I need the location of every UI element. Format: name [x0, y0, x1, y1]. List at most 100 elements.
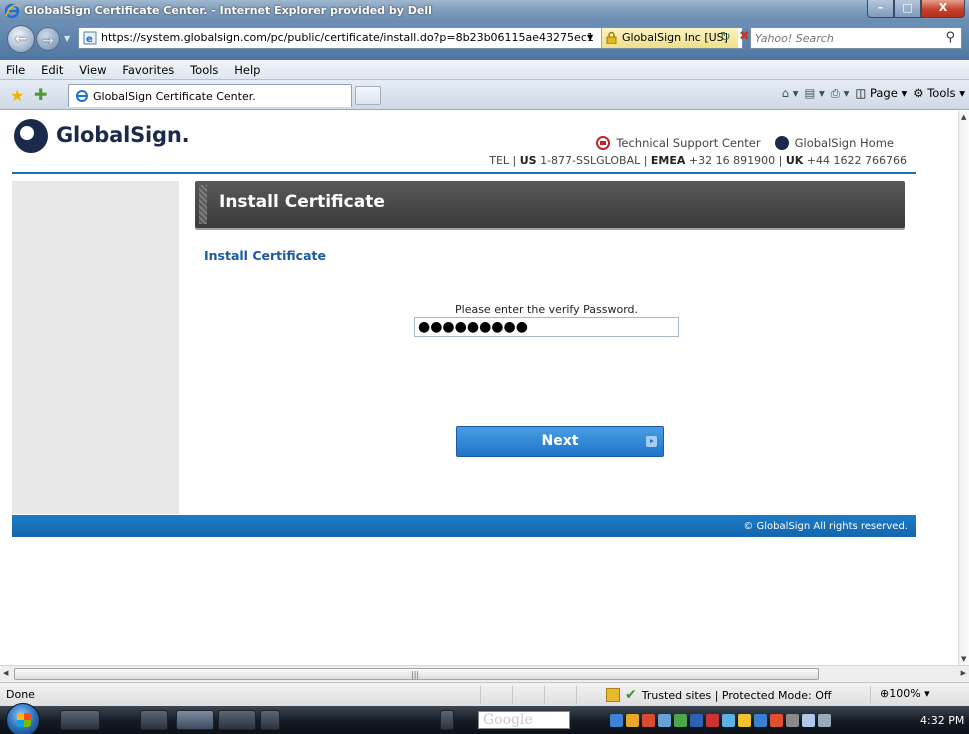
main-content: Install Certificate Install Certificate …: [179, 181, 916, 514]
scroll-grip-icon: |||: [411, 670, 420, 679]
horizontal-scrollbar[interactable]: ◀ ||| ▶: [0, 665, 969, 682]
home-icon[interactable]: ⌂ ▾: [782, 86, 799, 101]
stop-icon[interactable]: ✖: [739, 29, 750, 44]
page-menu[interactable]: ◫ Page ▾: [855, 86, 907, 101]
minimize-button[interactable]: –: [867, 0, 894, 18]
tray-app-icon[interactable]: [658, 713, 671, 727]
section-header-bar: Install Certificate: [195, 181, 905, 228]
tray-app-icon[interactable]: [690, 713, 703, 727]
tab-label: GlobalSign Certificate Center.: [93, 90, 256, 103]
next-button[interactable]: Next: [456, 426, 664, 457]
refresh-icon[interactable]: ↻: [720, 30, 731, 45]
arrow-right-icon: [646, 436, 657, 447]
taskbar-word-button[interactable]: [140, 710, 168, 730]
page-subtitle: Install Certificate: [204, 248, 326, 263]
tray-app-icon[interactable]: [722, 713, 735, 727]
history-dropdown-icon[interactable]: ▼: [64, 34, 70, 43]
technical-support-link[interactable]: Technical Support Center: [616, 136, 760, 150]
section-header-title: Install Certificate: [219, 192, 385, 212]
url-dropdown-icon[interactable]: ▼: [587, 33, 593, 42]
menu-tools[interactable]: Tools: [184, 60, 224, 80]
menu-view[interactable]: View: [73, 60, 112, 80]
verify-password-input[interactable]: [414, 317, 679, 337]
tel-uk-label: UK: [785, 154, 804, 167]
tray-app-icon[interactable]: [754, 713, 767, 727]
vertical-scrollbar[interactable]: ▲ ▼: [958, 111, 969, 665]
tray-mail-icon[interactable]: [610, 713, 623, 727]
window-controls: – □ X: [867, 0, 965, 19]
search-box[interactable]: ⚲: [750, 27, 962, 49]
zoom-text: 100%: [889, 687, 921, 700]
tray-app-icon[interactable]: [786, 713, 799, 727]
taskbar-clock[interactable]: 4:32 PM: [920, 714, 964, 727]
copyright-text: © GlobalSign All rights reserved.: [743, 521, 908, 532]
print-icon[interactable]: ⎙ ▾: [831, 86, 850, 101]
protected-mode-icon: [606, 688, 620, 702]
tray-app-icon[interactable]: [674, 713, 687, 727]
system-tray: [610, 711, 910, 729]
favorites-star-icon[interactable]: ★: [10, 86, 24, 105]
ie-logo-icon: [4, 3, 20, 19]
telephone-line: TEL | US 1-877-SSLGLOBAL | EMEA +32 16 8…: [489, 154, 907, 167]
scroll-left-icon[interactable]: ◀: [3, 669, 8, 677]
tray-app-icon[interactable]: [642, 713, 655, 727]
page-footer: © GlobalSign All rights reserved.: [12, 515, 916, 537]
google-toolbar-search[interactable]: Google: [478, 711, 570, 729]
tray-network-icon[interactable]: [802, 713, 815, 727]
status-separator: [576, 686, 577, 704]
add-favorite-icon[interactable]: ✚: [34, 85, 47, 104]
logo-text: GlobalSign.: [56, 123, 190, 147]
menu-help[interactable]: Help: [228, 60, 266, 80]
tray-app-icon[interactable]: [738, 713, 751, 727]
support-mail-icon: [596, 136, 611, 150]
back-button[interactable]: ←: [7, 25, 35, 53]
feeds-icon[interactable]: ▤ ▾: [805, 86, 825, 101]
menu-file[interactable]: File: [0, 60, 31, 80]
horizontal-scroll-thumb[interactable]: |||: [14, 668, 819, 680]
scroll-down-icon[interactable]: ▼: [961, 655, 966, 663]
window-titlebar: GlobalSign Certificate Center. - Interne…: [0, 0, 969, 22]
url-text[interactable]: https://system.globalsign.com/pc/public/…: [101, 31, 594, 44]
svg-text:e: e: [86, 34, 93, 45]
taskbar-firefox-button[interactable]: [218, 710, 256, 730]
status-separator: [512, 686, 513, 704]
tray-volume-icon[interactable]: [818, 713, 831, 727]
certificate-indicator[interactable]: GlobalSign Inc [US]: [601, 28, 738, 48]
tools-menu-label: Tools: [927, 86, 956, 100]
tray-app-icon[interactable]: [770, 713, 783, 727]
quick-launch[interactable]: [60, 710, 100, 730]
maximize-button[interactable]: □: [894, 0, 921, 18]
zoom-level[interactable]: ⊕100% ▾: [880, 687, 930, 700]
status-separator: [870, 686, 871, 704]
tools-menu[interactable]: ⚙ Tools ▾: [913, 86, 965, 101]
scroll-up-icon[interactable]: ▲: [961, 113, 966, 121]
close-button[interactable]: X: [921, 0, 965, 18]
tray-app-icon[interactable]: [626, 713, 639, 727]
back-arrow-icon: ←: [15, 31, 27, 47]
menu-favorites[interactable]: Favorites: [116, 60, 180, 80]
tray-app-icon[interactable]: [706, 713, 719, 727]
search-input[interactable]: [755, 29, 925, 47]
scroll-right-icon[interactable]: ▶: [961, 669, 966, 677]
taskbar-toolbar-handle[interactable]: [440, 710, 454, 730]
command-bar: ⌂ ▾ ▤ ▾ ⎙ ▾ ◫ Page ▾ ⚙ Tools ▾: [782, 86, 965, 101]
left-sidebar: [12, 181, 179, 514]
new-tab-button[interactable]: [355, 86, 381, 105]
security-zone[interactable]: ✔ Trusted sites | Protected Mode: Off: [606, 687, 831, 703]
tel-emea-label: EMEA: [650, 154, 686, 167]
globalsign-home-link[interactable]: GlobalSign Home: [795, 136, 894, 150]
menu-bar: File Edit View Favorites Tools Help: [0, 60, 969, 80]
tab-globalsign[interactable]: GlobalSign Certificate Center.: [68, 84, 352, 107]
search-icon[interactable]: ⚲: [945, 30, 955, 45]
tab-bar: ★ ✚ GlobalSign Certificate Center. ⌂ ▾ ▤…: [0, 80, 969, 110]
ie-page-icon: e: [83, 31, 97, 45]
tel-us-label: US: [519, 154, 537, 167]
taskbar-window-button[interactable]: [260, 710, 280, 730]
top-links: Technical Support Center GlobalSign Home: [596, 136, 894, 150]
address-bar[interactable]: e https://system.globalsign.com/pc/publi…: [78, 27, 750, 49]
tel-us-number: 1-877-SSLGLOBAL |: [536, 154, 651, 167]
taskbar-ie-button[interactable]: [176, 710, 214, 730]
start-button[interactable]: [6, 703, 40, 734]
menu-edit[interactable]: Edit: [35, 60, 69, 80]
forward-button[interactable]: →: [36, 27, 60, 51]
